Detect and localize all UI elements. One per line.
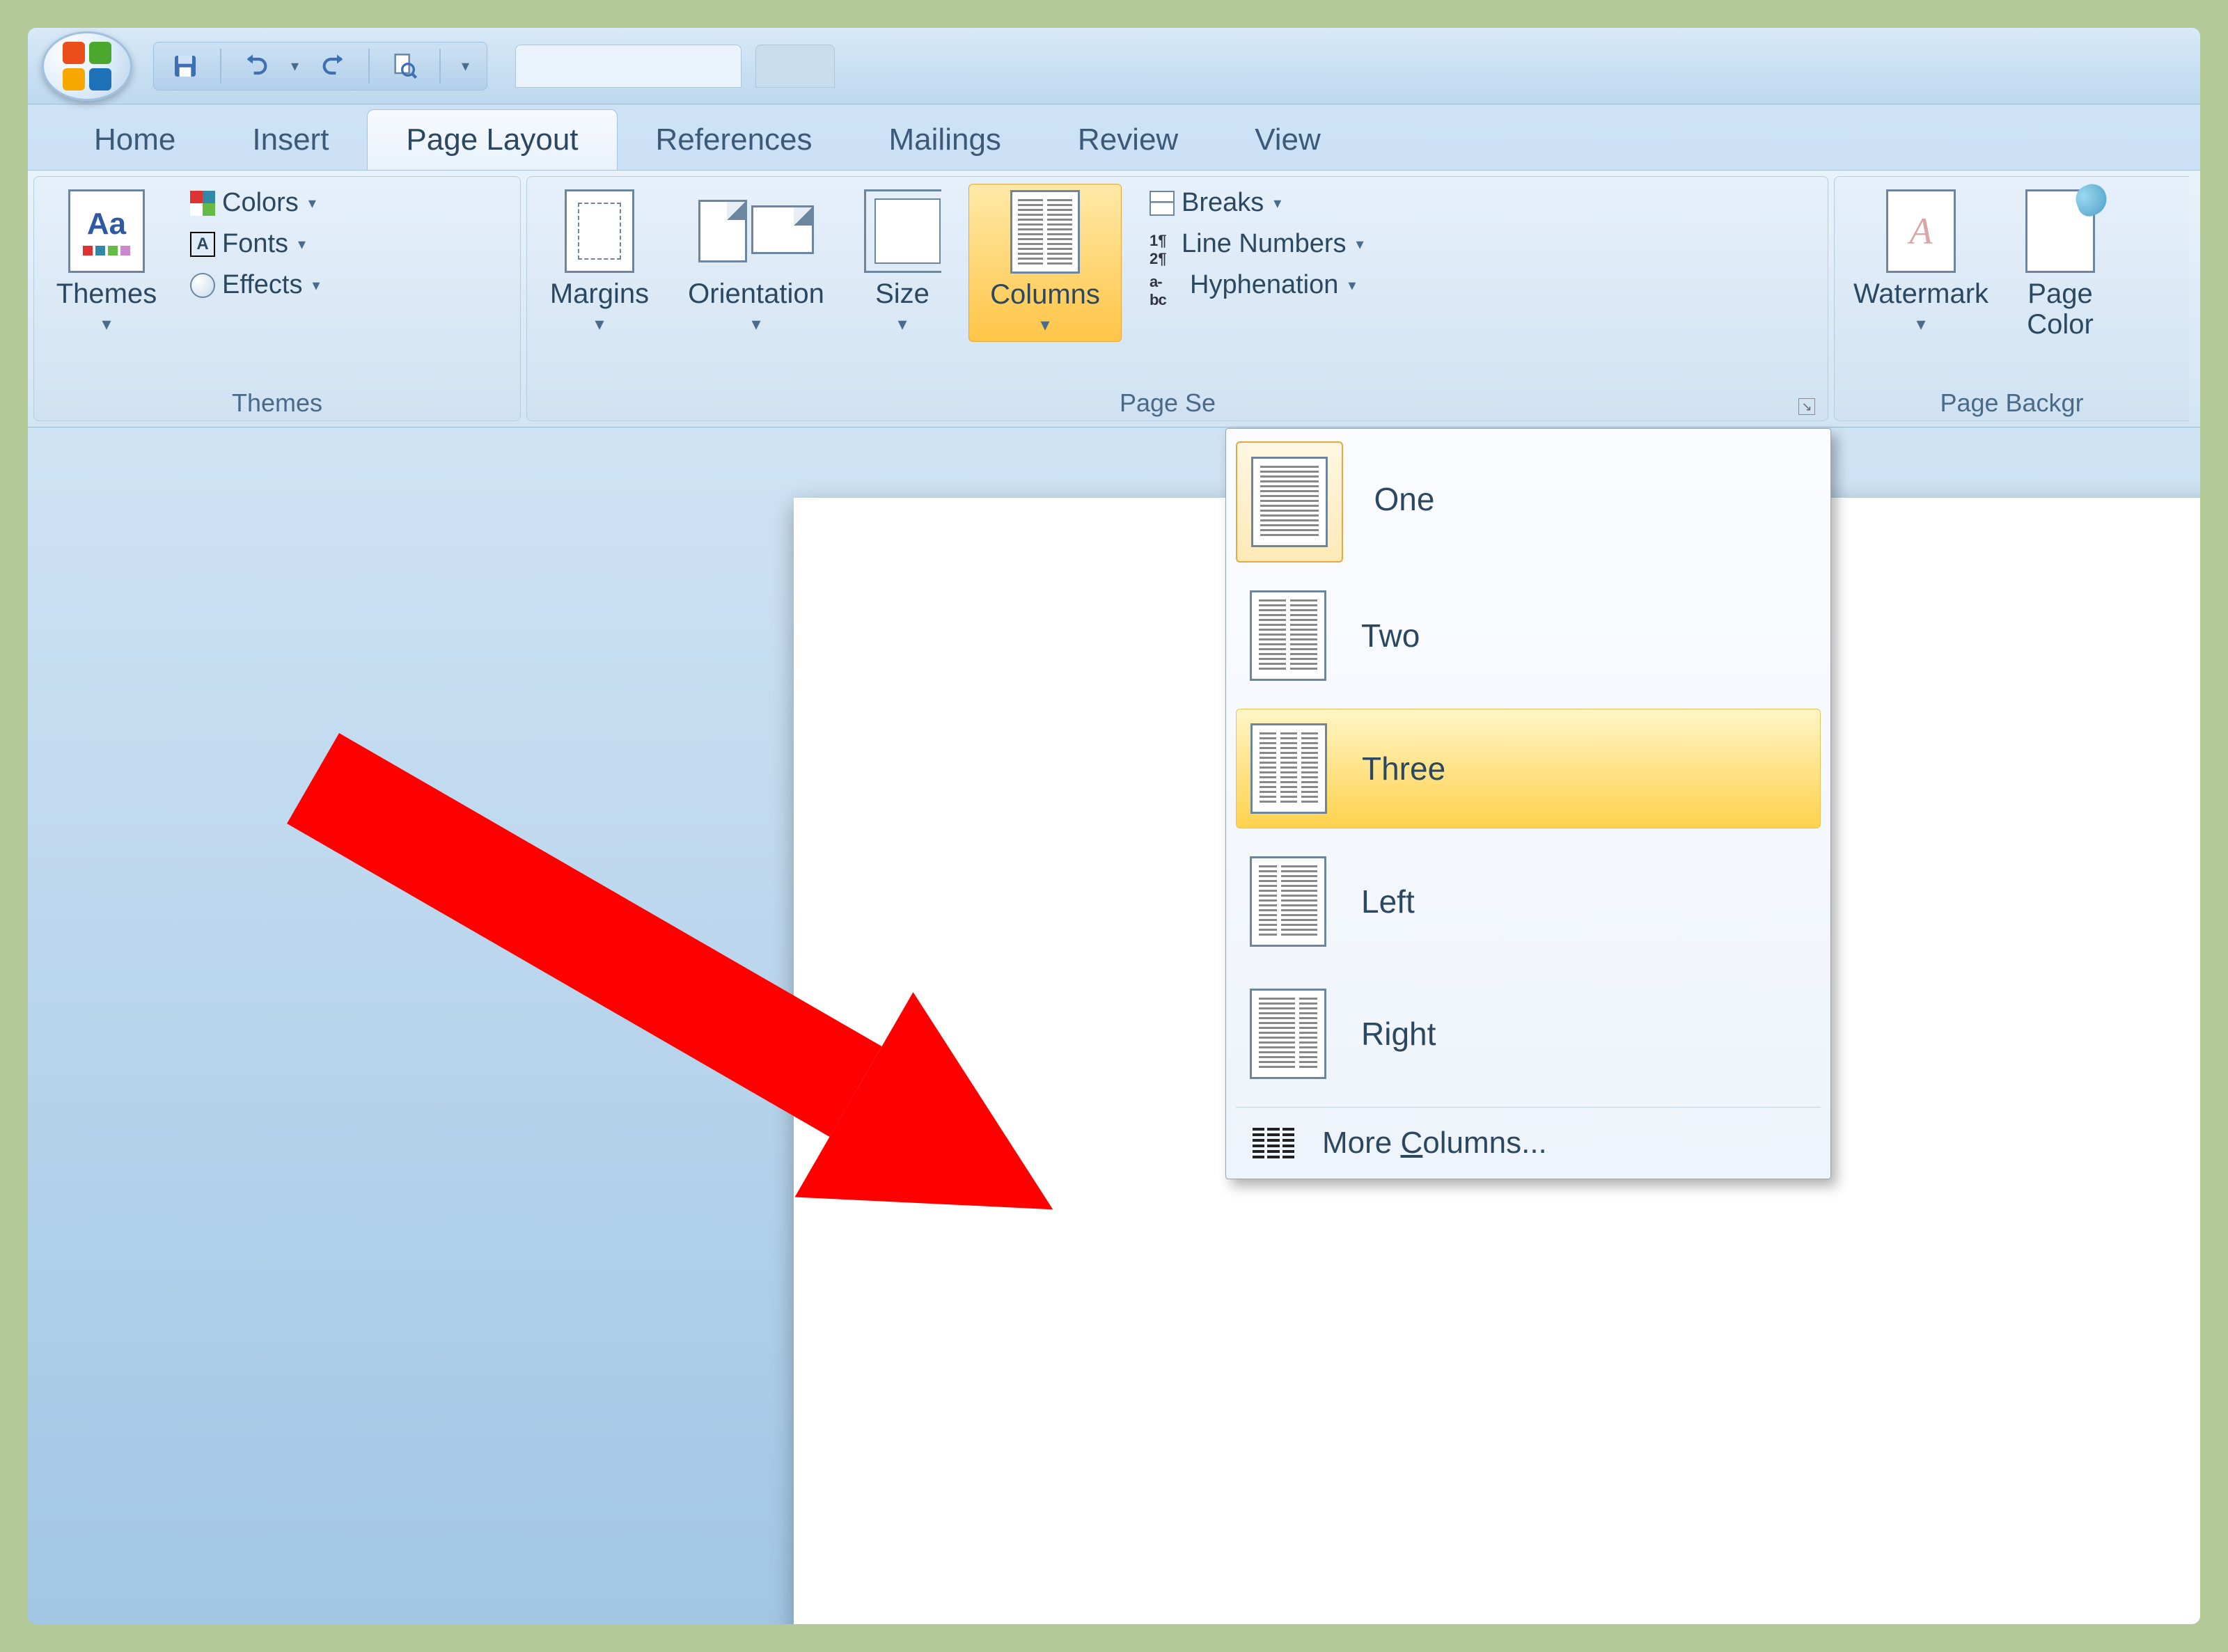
- tab-mailings[interactable]: Mailings: [851, 110, 1040, 170]
- columns-option-two[interactable]: Two: [1236, 576, 1821, 695]
- ribbon: Aa Themes ▾ Colors▾ AFonts▾ Effects▾ The…: [28, 170, 2200, 427]
- more-columns-button[interactable]: More Columns...: [1236, 1107, 1821, 1179]
- group-page-setup: Margins▾ Orientation▾ Size▾ Columns▾ Bre…: [526, 176, 1828, 421]
- hyphenation-icon: a-bc: [1150, 273, 1183, 298]
- columns-option-left[interactable]: Left: [1236, 842, 1821, 961]
- tab-references[interactable]: References: [618, 110, 851, 170]
- word-window: ▾ ▾ Home Insert Page Layout References M…: [28, 28, 2200, 1624]
- columns-icon: [1010, 190, 1080, 274]
- watermark-button[interactable]: A Watermark▾: [1844, 184, 1998, 340]
- tab-home[interactable]: Home: [56, 110, 214, 170]
- secondary-tab: [755, 45, 834, 88]
- columns-option-three[interactable]: Three: [1236, 709, 1821, 828]
- fonts-icon: A: [190, 232, 215, 257]
- print-preview-icon[interactable]: [391, 52, 418, 80]
- hyphenation-button[interactable]: a-bcHyphenation▾: [1143, 266, 1371, 304]
- columns-dropdown: One Two Three Left Right More Columns...: [1225, 428, 1831, 1179]
- undo-icon[interactable]: [242, 52, 270, 80]
- effects-icon: [190, 273, 215, 298]
- orientation-icon: [698, 200, 814, 262]
- group-label-page-background: Page Backgr: [1844, 384, 2179, 418]
- page-color-button[interactable]: Page Color: [2011, 184, 2109, 345]
- document-title-area: [515, 45, 742, 88]
- themes-button[interactable]: Aa Themes ▾: [44, 184, 169, 340]
- quick-access-toolbar: ▾ ▾: [153, 42, 487, 91]
- size-button[interactable]: Size▾: [850, 184, 955, 340]
- margins-button[interactable]: Margins▾: [537, 184, 662, 340]
- columns-option-one[interactable]: [1236, 441, 1343, 563]
- colors-icon: [190, 191, 215, 216]
- undo-dropdown-caret[interactable]: ▾: [291, 57, 299, 75]
- breaks-icon: [1150, 191, 1175, 216]
- watermark-icon: A: [1886, 189, 1956, 273]
- line-numbers-icon: 1¶2¶: [1150, 232, 1175, 257]
- themes-icon: Aa: [68, 189, 145, 273]
- orientation-button[interactable]: Orientation▾: [676, 184, 836, 340]
- size-icon: [864, 189, 941, 273]
- two-column-icon: [1250, 590, 1326, 681]
- group-label-themes: Themes: [44, 384, 510, 418]
- tab-review[interactable]: Review: [1040, 110, 1216, 170]
- office-button[interactable]: [42, 31, 132, 101]
- tab-page-layout[interactable]: Page Layout: [367, 109, 617, 170]
- save-icon[interactable]: [171, 52, 199, 80]
- title-bar: ▾ ▾: [28, 28, 2200, 104]
- one-column-icon: [1251, 457, 1328, 547]
- colors-button[interactable]: Colors▾: [183, 184, 327, 222]
- qat-customize-caret[interactable]: ▾: [462, 57, 469, 75]
- line-numbers-button[interactable]: 1¶2¶Line Numbers▾: [1143, 225, 1371, 263]
- page-setup-dialog-launcher[interactable]: [1798, 398, 1815, 415]
- columns-one-label: One: [1374, 481, 1434, 517]
- breaks-button[interactable]: Breaks▾: [1143, 184, 1371, 222]
- group-label-page-setup: Page Se: [537, 384, 1798, 418]
- fonts-button[interactable]: AFonts▾: [183, 225, 327, 263]
- group-themes: Aa Themes ▾ Colors▾ AFonts▾ Effects▾ The…: [33, 176, 521, 421]
- margins-icon: [565, 189, 634, 273]
- ribbon-tab-bar: Home Insert Page Layout References Maili…: [28, 104, 2200, 170]
- office-logo-icon: [63, 42, 111, 91]
- group-page-background: A Watermark▾ Page Color Page Backgr: [1834, 176, 2189, 421]
- tab-view[interactable]: View: [1216, 110, 1359, 170]
- page-color-icon: [2025, 189, 2095, 273]
- columns-button[interactable]: Columns▾: [968, 184, 1122, 342]
- columns-option-right[interactable]: Right: [1236, 975, 1821, 1093]
- redo-icon[interactable]: [320, 52, 347, 80]
- instruction-arrow: [153, 682, 1267, 1312]
- effects-button[interactable]: Effects▾: [183, 266, 327, 304]
- tab-insert[interactable]: Insert: [214, 110, 367, 170]
